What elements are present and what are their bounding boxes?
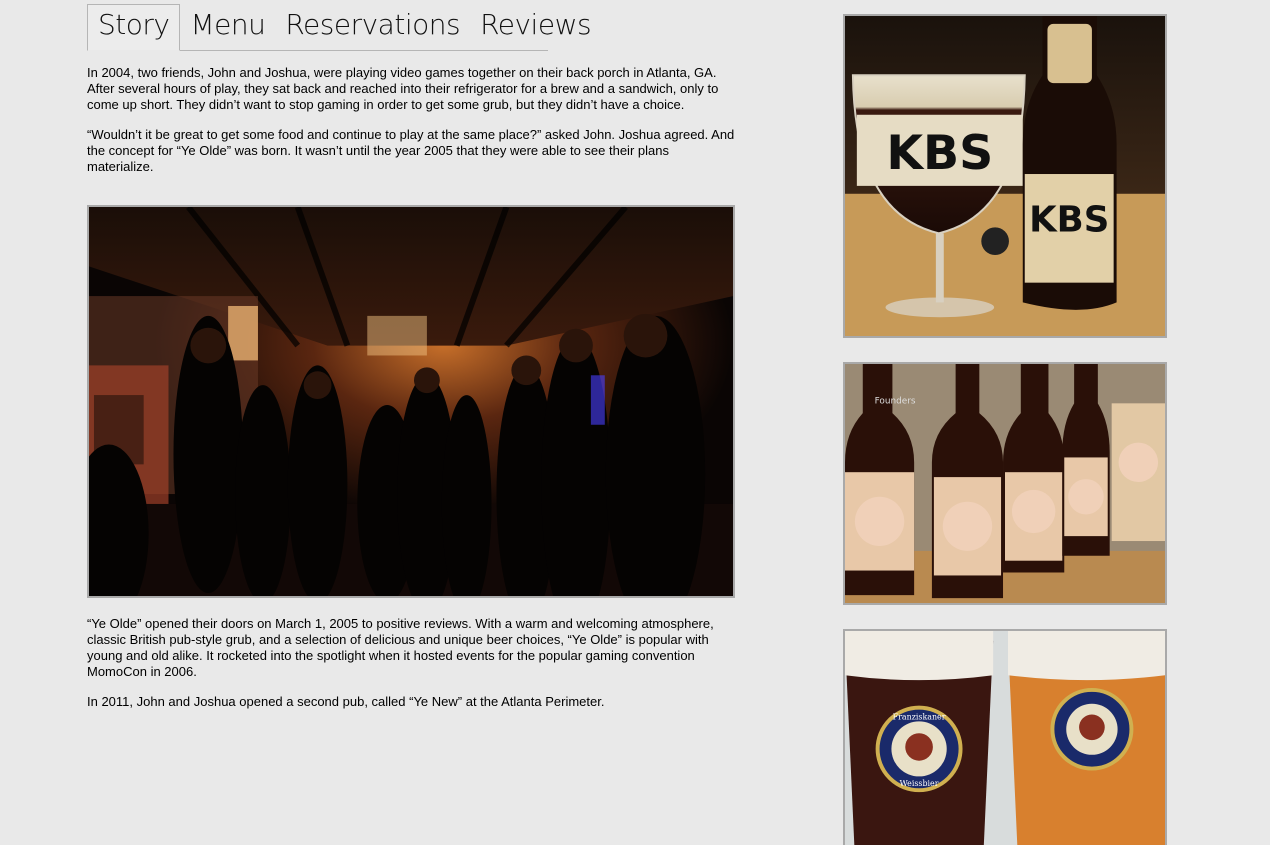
tab-menu[interactable]: Menu <box>180 5 275 50</box>
weissbier-label-text: Weissbier <box>900 779 939 788</box>
story-paragraph-2: “Wouldn’t it be great to get some food a… <box>87 127 735 174</box>
franziskaner-label-text: Franziskaner <box>893 712 946 721</box>
page: Story Menu Reservations Reviews In 2004,… <box>0 0 1270 845</box>
story-text-upper: In 2004, two friends, John and Joshua, w… <box>87 65 737 189</box>
tab-story[interactable]: Story <box>87 4 181 51</box>
pub-interior-photo <box>87 205 735 598</box>
tab-reviews[interactable]: Reviews <box>470 5 601 50</box>
kbs-glass-text: KBS <box>886 126 993 181</box>
founders-label-text: Founders <box>875 396 916 406</box>
franziskaner-beer-photo: Franziskaner Weissbier <box>843 629 1167 845</box>
kbs-bottle-text: KBS <box>1029 199 1109 240</box>
story-text-lower: “Ye Olde” opened their doors on March 1,… <box>87 616 737 724</box>
story-paragraph-1: In 2004, two friends, John and Joshua, w… <box>87 65 719 112</box>
story-paragraph-4: In 2011, John and Joshua opened a second… <box>87 694 605 709</box>
tab-reservations[interactable]: Reservations <box>275 5 470 50</box>
story-paragraph-3: “Ye Olde” opened their doors on March 1,… <box>87 616 714 679</box>
founders-bottles-photo: Founders <box>843 362 1167 605</box>
kbs-beer-photo: KBS KBS <box>843 14 1167 338</box>
tab-bar: Story Menu Reservations Reviews <box>87 4 592 51</box>
